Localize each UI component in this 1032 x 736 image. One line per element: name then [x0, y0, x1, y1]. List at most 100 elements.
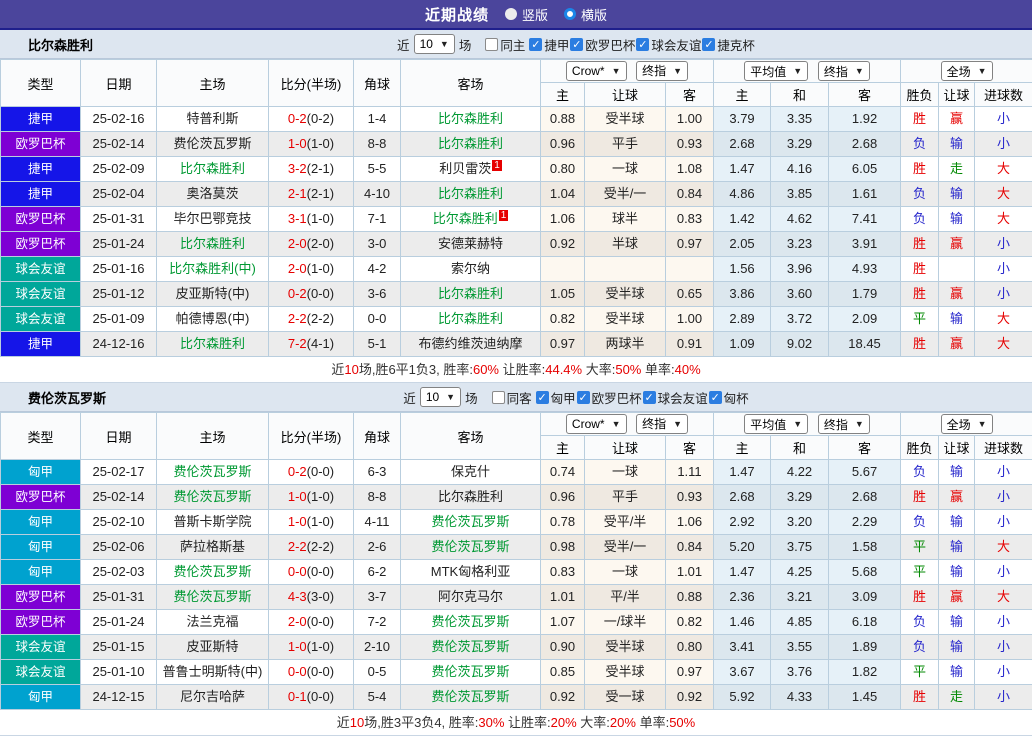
odds-away [666, 257, 714, 282]
league-type-badge: 匈甲 [1, 460, 81, 485]
matches-table: 类型 日期 主场 比分(半场) 角球 客场 Crow*▼ 终指▼ 平均值▼ 终指… [0, 412, 1032, 710]
match-date: 25-01-16 [81, 257, 157, 282]
chevron-down-icon: ▼ [612, 66, 621, 76]
corner-score: 8-8 [354, 485, 401, 510]
league-filter[interactable]: ✓欧罗巴杯 [577, 388, 642, 407]
checkbox-checked-icon[interactable]: ✓ [570, 38, 583, 51]
matches-body: 捷甲25-02-16特普利斯0-2(0-2)1-4比尔森胜利0.88受半球1.0… [1, 107, 1032, 357]
result-outcome: 胜 [901, 485, 939, 510]
odds-source-select[interactable]: Crow*▼ [566, 61, 627, 81]
checkbox-checked-icon[interactable]: ✓ [709, 391, 722, 404]
result-handicap: 赢 [939, 585, 975, 610]
match-row: 球会友谊25-01-15皮亚斯特1-0(1-0)2-10费伦茨瓦罗斯0.90受半… [1, 635, 1032, 660]
match-row: 欧罗巴杯25-01-31毕尔巴鄂竞技3-1(1-0)7-1比尔森胜利11.06球… [1, 207, 1032, 232]
odds-time-select[interactable]: 终指▼ [636, 61, 688, 81]
checkbox-checked-icon[interactable]: ✓ [536, 391, 549, 404]
result-outcome: 平 [901, 660, 939, 685]
avg-source-select[interactable]: 平均值▼ [744, 61, 808, 81]
avg-draw: 3.29 [771, 132, 829, 157]
radio-selected-icon[interactable] [564, 8, 576, 20]
same-venue-filter[interactable]: 同客 [492, 388, 532, 407]
home-team: 费伦茨瓦罗斯 [157, 485, 269, 510]
league-filter[interactable]: ✓球会友谊 [643, 388, 708, 407]
chevron-down-icon: ▼ [673, 419, 682, 429]
match-row: 球会友谊25-01-12皮亚斯特(中)0-2(0-0)3-6比尔森胜利1.05受… [1, 282, 1032, 307]
avg-home: 2.92 [714, 510, 771, 535]
match-date: 25-01-24 [81, 610, 157, 635]
col-header-score: 比分(半场) [269, 60, 354, 107]
home-team: 尼尔吉哈萨 [157, 685, 269, 710]
result-handicap: 赢 [939, 332, 975, 357]
col-header-type: 类型 [1, 413, 81, 460]
match-count-select[interactable]: 10▼ [414, 34, 455, 54]
avg-time-select[interactable]: 终指▼ [818, 414, 870, 434]
scope-select[interactable]: 全场▼ [941, 414, 993, 434]
avg-away: 1.61 [829, 182, 901, 207]
corner-score: 7-1 [354, 207, 401, 232]
same-venue-label: 同主 [500, 35, 525, 54]
home-team: 费伦茨瓦罗斯 [157, 560, 269, 585]
checkbox-checked-icon[interactable]: ✓ [529, 38, 542, 51]
league-filter-label: 捷克杯 [717, 35, 755, 54]
avg-draw: 4.62 [771, 207, 829, 232]
league-filter[interactable]: ✓欧罗巴杯 [570, 35, 635, 54]
home-team: 奥洛莫茨 [157, 182, 269, 207]
league-type-badge: 捷甲 [1, 182, 81, 207]
score: 2-0(0-0) [269, 610, 354, 635]
avg-source-select[interactable]: 平均值▼ [744, 414, 808, 434]
odds-handicap [585, 257, 666, 282]
subcol-avg-home: 主 [714, 83, 771, 107]
match-date: 25-01-15 [81, 635, 157, 660]
home-team: 皮亚斯特(中) [157, 282, 269, 307]
scope-select[interactable]: 全场▼ [941, 61, 993, 81]
near-label: 近 [397, 35, 410, 54]
odds-home: 0.96 [541, 132, 585, 157]
avg-time-select[interactable]: 终指▼ [818, 61, 870, 81]
radio-unselected-icon[interactable] [505, 8, 517, 20]
league-filters: ✓捷甲✓欧罗巴杯✓球会友谊✓捷克杯 [529, 35, 755, 54]
avg-away: 5.67 [829, 460, 901, 485]
result-handicap: 输 [939, 460, 975, 485]
odds-handicap: 受半/一 [585, 535, 666, 560]
odds-time-select[interactable]: 终指▼ [636, 414, 688, 434]
league-filter[interactable]: ✓捷甲 [529, 35, 569, 54]
score: 1-0(1-0) [269, 510, 354, 535]
odds-source-select[interactable]: Crow*▼ [566, 414, 627, 434]
match-filters: 近 10▼ 场 同客 ✓匈甲✓欧罗巴杯✓球会友谊✓匈杯 [403, 387, 748, 407]
layout-horizontal-radio[interactable]: 横版 [564, 5, 607, 24]
chevron-down-icon: ▼ [855, 66, 864, 76]
avg-away: 1.58 [829, 535, 901, 560]
checkbox-checked-icon[interactable]: ✓ [577, 391, 590, 404]
odds-home: 0.90 [541, 635, 585, 660]
result-handicap: 输 [939, 182, 975, 207]
score: 0-0(0-0) [269, 660, 354, 685]
result-outcome: 胜 [901, 232, 939, 257]
corner-score: 5-4 [354, 685, 401, 710]
league-filter-label: 球会友谊 [658, 388, 708, 407]
result-goals: 小 [975, 560, 1032, 585]
checkbox-checked-icon[interactable]: ✓ [643, 391, 656, 404]
avg-draw: 3.55 [771, 635, 829, 660]
odds-home: 0.74 [541, 460, 585, 485]
checkbox-checked-icon[interactable]: ✓ [702, 38, 715, 51]
odds-away: 0.65 [666, 282, 714, 307]
match-date: 25-01-10 [81, 660, 157, 685]
league-filter[interactable]: ✓球会友谊 [636, 35, 701, 54]
league-filter[interactable]: ✓匈甲 [536, 388, 576, 407]
same-venue-filter[interactable]: 同主 [485, 35, 525, 54]
match-count-select[interactable]: 10▼ [420, 387, 461, 407]
checkbox-unchecked-icon[interactable] [492, 391, 505, 404]
score: 0-0(0-0) [269, 560, 354, 585]
chevron-down-icon: ▼ [673, 66, 682, 76]
layout-vertical-radio[interactable]: 竖版 [505, 5, 548, 24]
league-type-badge: 欧罗巴杯 [1, 132, 81, 157]
match-row: 欧罗巴杯25-01-24比尔森胜利2-0(2-0)3-0安德莱赫特0.92半球0… [1, 232, 1032, 257]
league-filter[interactable]: ✓捷克杯 [702, 35, 755, 54]
checkbox-unchecked-icon[interactable] [485, 38, 498, 51]
checkbox-checked-icon[interactable]: ✓ [636, 38, 649, 51]
odds-away: 0.93 [666, 132, 714, 157]
odds-home: 0.97 [541, 332, 585, 357]
corner-score: 8-8 [354, 132, 401, 157]
away-team: 利贝雷茨1 [401, 157, 541, 182]
league-filter[interactable]: ✓匈杯 [709, 388, 749, 407]
